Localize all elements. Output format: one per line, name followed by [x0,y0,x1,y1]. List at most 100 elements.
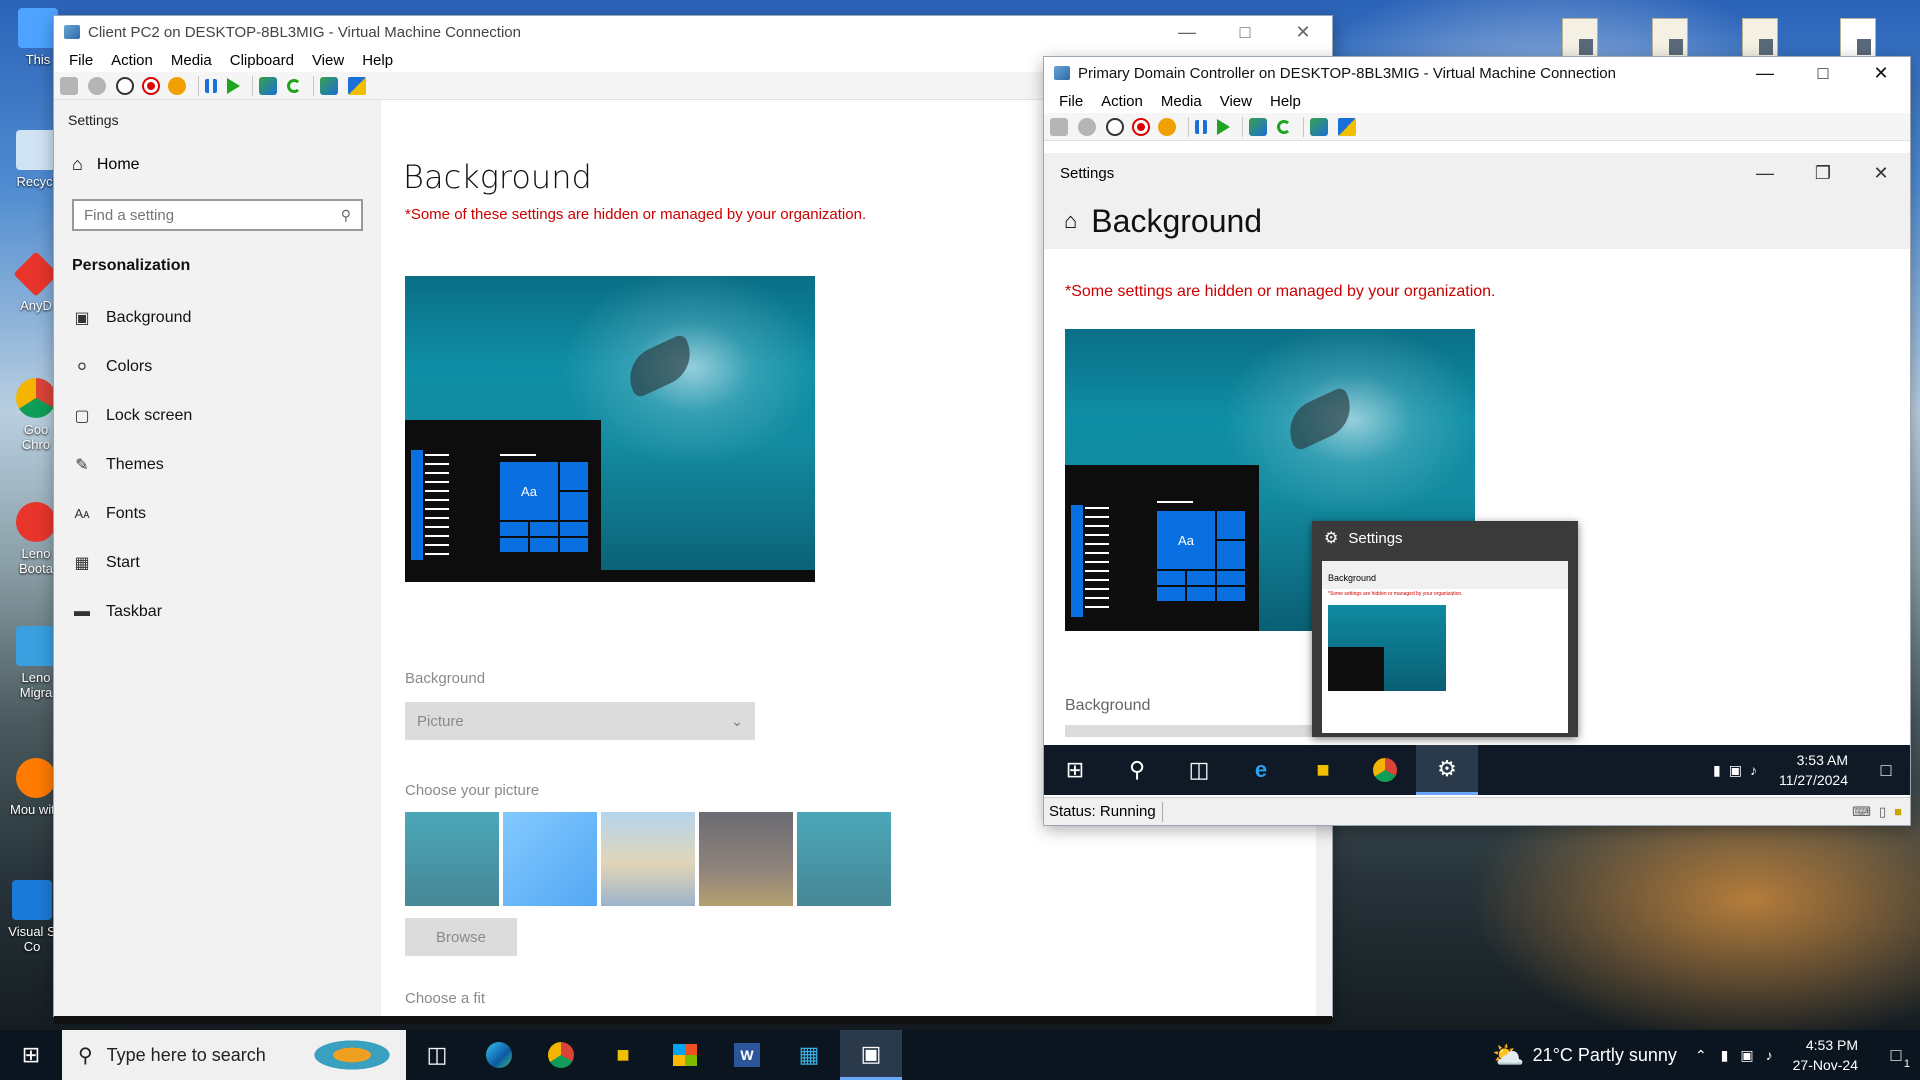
picture-thumb[interactable] [601,812,695,906]
find-setting-box[interactable]: ⚲ [72,199,363,231]
chevron-up-icon[interactable]: ⌃ [1695,1047,1707,1064]
picture-thumb[interactable] [405,812,499,906]
microsoft-store-icon[interactable] [654,1030,716,1080]
menu-media[interactable]: Media [1152,93,1211,110]
share-icon[interactable] [1338,117,1356,136]
search-icon[interactable]: ⚲ [341,207,351,224]
menu-view[interactable]: View [1211,93,1261,110]
nav-item-colors[interactable]: ⚪ Colors [54,342,381,391]
word-document-icon[interactable] [1840,18,1876,60]
notifications-icon[interactable]: □ 1 [1872,1030,1920,1080]
picture-thumb[interactable] [699,812,793,906]
menu-view[interactable]: View [303,52,353,69]
close-button[interactable]: ✕ [1274,16,1332,48]
background-dropdown[interactable]: Picture ⌄ [405,702,755,740]
weather-text[interactable]: 21°C Partly sunny [1533,1045,1677,1066]
chevron-down-icon: ⌄ [731,712,743,729]
menu-action[interactable]: Action [1092,93,1152,110]
battery-icon[interactable]: ▮ [1713,762,1721,779]
share-icon[interactable] [348,76,366,95]
pause-icon[interactable] [1195,119,1207,134]
menu-action[interactable]: Action [102,52,162,69]
menu-media[interactable]: Media [162,52,221,69]
chrome-icon[interactable] [530,1030,592,1080]
home-icon[interactable]: ⌂ [1064,208,1077,234]
checkpoint-icon[interactable] [1249,117,1267,136]
file-explorer-icon[interactable]: ■ [1292,745,1354,795]
client-inner-taskbar [54,1016,1332,1024]
nav-item-fonts[interactable]: Aᴀ Fonts [54,489,381,538]
network-icon[interactable]: ▣ [1729,762,1742,779]
nav-item-taskbar[interactable]: ▬ Taskbar [54,587,381,636]
taskbar-search-box[interactable]: ⚲ Type here to search [62,1030,406,1080]
battery-icon[interactable]: ▮ [1721,1047,1729,1064]
picture-thumb[interactable] [503,812,597,906]
desktop-file-icon[interactable] [1562,18,1598,60]
revert-icon[interactable] [1277,119,1291,134]
enhanced-session-icon[interactable] [1310,117,1328,136]
pdc-guest-clock[interactable]: 3:53 AM 11/27/2024 [1779,750,1848,790]
maximize-button[interactable]: □ [1794,57,1852,89]
nav-item-themes[interactable]: ✎ Themes [54,440,381,489]
menu-clipboard[interactable]: Clipboard [221,52,303,69]
vm-connection-taskbar-icon[interactable]: ▣ [840,1030,902,1080]
task-view-icon[interactable]: ◫ [1168,745,1230,795]
host-clock[interactable]: 4:53 PM 27-Nov-24 [1793,1035,1858,1075]
shut-down-icon[interactable] [1134,119,1148,134]
windows-start-icon[interactable]: ⊞ [1044,745,1106,795]
network-icon[interactable]: ▣ [1740,1047,1753,1064]
pause-icon[interactable] [205,78,217,93]
search-icon[interactable]: ⚲ [1106,745,1168,795]
picture-thumb[interactable] [797,812,891,906]
desktop-icon-visual-studio-code[interactable]: Visual S Co [4,880,60,954]
word-icon[interactable]: W [716,1030,778,1080]
nav-item-background[interactable]: ▣ Background [54,293,381,342]
file-explorer-icon[interactable]: ■ [592,1030,654,1080]
internet-explorer-icon[interactable]: e [1230,745,1292,795]
windows-start-icon[interactable]: ⊞ [0,1030,62,1080]
turn-off-icon[interactable] [116,76,134,95]
taskbar-thumbnail-flyout[interactable]: ⚙ Settings Background *Some settings are… [1312,521,1578,737]
nav-item-start[interactable]: ▦ Start [54,538,381,587]
nav-home[interactable]: ⌂ Home [54,140,381,189]
find-setting-input[interactable] [84,206,341,224]
ctrl-alt-del-icon[interactable] [1050,117,1068,136]
start-vm-icon[interactable] [1078,117,1096,136]
browse-button[interactable]: Browse [405,918,517,956]
close-button[interactable]: ✕ [1852,57,1910,89]
menu-file[interactable]: File [1050,93,1092,110]
volume-icon[interactable]: ♪ [1766,1047,1773,1063]
minimize-button[interactable]: — [1736,57,1794,89]
resume-icon[interactable] [227,77,240,94]
settings-app-icon[interactable]: ⚙ [1416,745,1478,795]
ctrl-alt-del-icon[interactable] [60,76,78,95]
maximize-button[interactable]: □ [1216,16,1274,48]
restore-button[interactable]: ❐ [1794,157,1852,189]
desktop-file-icon[interactable] [1652,18,1688,60]
checkpoint-icon[interactable] [259,76,277,95]
pdc-page-title: Background [1091,202,1263,239]
action-center-icon[interactable]: □ [1862,745,1910,795]
minimize-button[interactable]: — [1736,157,1794,189]
revert-icon[interactable] [287,78,301,93]
start-vm-icon[interactable] [88,76,106,95]
enhanced-session-icon[interactable] [320,76,338,95]
edge-icon[interactable] [468,1030,530,1080]
menu-help[interactable]: Help [1261,93,1310,110]
minimize-button[interactable]: — [1158,16,1216,48]
chrome-icon[interactable] [1354,745,1416,795]
shut-down-icon[interactable] [144,78,158,93]
nav-item-lock-screen[interactable]: ▢ Lock screen [54,391,381,440]
thumb-warning: *Some settings are hidden or managed by … [1328,591,1463,597]
turn-off-icon[interactable] [1106,117,1124,136]
save-state-icon[interactable] [1158,117,1176,136]
save-state-icon[interactable] [168,76,186,95]
close-button[interactable]: ✕ [1852,157,1910,189]
azure-data-studio-icon[interactable]: ▦ [778,1030,840,1080]
menu-file[interactable]: File [60,52,102,69]
desktop-file-icon[interactable] [1742,18,1778,60]
task-view-icon[interactable]: ◫ [406,1030,468,1080]
menu-help[interactable]: Help [353,52,402,69]
resume-icon[interactable] [1217,118,1230,135]
volume-muted-icon[interactable]: ♪ [1750,762,1757,778]
